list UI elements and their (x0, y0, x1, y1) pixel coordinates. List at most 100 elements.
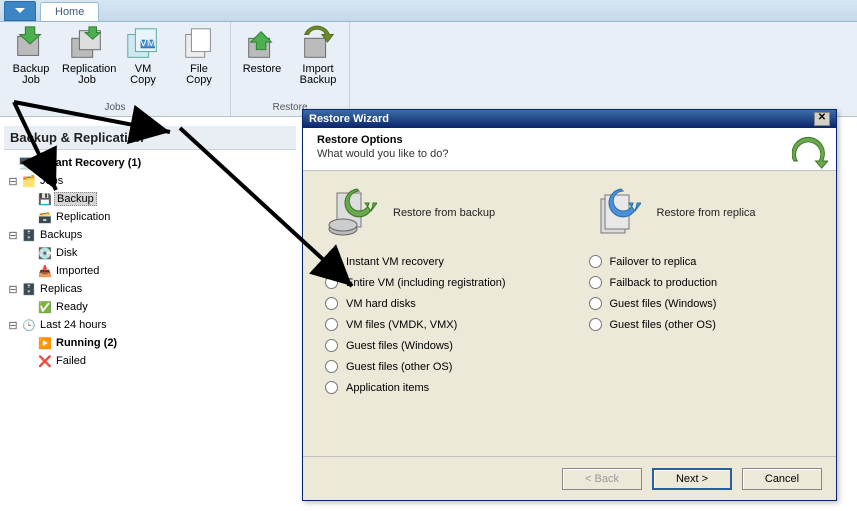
option-failover-to-replica[interactable]: Failover to replica (589, 255, 819, 268)
option-label: Application items (346, 382, 429, 394)
backup-job-button[interactable]: BackupJob (6, 26, 56, 86)
dialog-subheading: What would you like to do? (317, 148, 826, 160)
radio-input[interactable] (325, 339, 338, 352)
option-vm-hard-disks[interactable]: VM hard disks (325, 297, 555, 310)
option-label: Entire VM (including registration) (346, 277, 506, 289)
tree-label: Replication (54, 211, 110, 223)
restore-wizard-dialog: Restore Wizard ✕ Restore Options What wo… (302, 109, 837, 501)
disks-icon: 🗄️ (20, 229, 38, 242)
radio-input[interactable] (589, 255, 602, 268)
file-copy-button[interactable]: FileCopy (174, 26, 224, 86)
side-panel: Backup & Replication 🖥️ Instant Recovery… (0, 120, 300, 376)
disk-icon: 💽 (36, 247, 54, 260)
radio-input[interactable] (325, 255, 338, 268)
replication-job-icon (68, 26, 106, 62)
radio-input[interactable] (325, 381, 338, 394)
server-icon: 🖥️ (16, 157, 34, 170)
replica-server-icon (585, 185, 641, 241)
tab-home[interactable]: Home (40, 2, 99, 21)
option-replica-guest-files-windows[interactable]: Guest files (Windows) (589, 297, 819, 310)
tree-node-jobs[interactable]: ⊟ 🗂️ Jobs (4, 172, 296, 190)
option-label: Failover to replica (610, 256, 697, 268)
tree-node-replication[interactable]: 🗃️ Replication (4, 208, 296, 226)
option-label: Guest files (other OS) (346, 361, 452, 373)
back-button: < Back (562, 468, 642, 490)
tree-node-running[interactable]: ▶️ Running (2) (4, 334, 296, 352)
option-vm-files[interactable]: VM files (VMDK, VMX) (325, 318, 555, 331)
radio-input[interactable] (589, 276, 602, 289)
ribbon-group-restore: Restore ImportBackup Restore (231, 22, 350, 116)
option-label: Guest files (Windows) (610, 298, 717, 310)
tree-node-replicas[interactable]: ⊟ 🗄️ Replicas (4, 280, 296, 298)
replication-job-button[interactable]: ReplicationJob (62, 26, 112, 86)
ribbon-group-label: Jobs (0, 102, 230, 116)
import-backup-icon (299, 26, 337, 62)
close-button[interactable]: ✕ (814, 112, 830, 126)
tree-collapse-icon[interactable]: ⊟ (6, 319, 20, 332)
dialog-titlebar[interactable]: Restore Wizard ✕ (303, 110, 836, 128)
dialog-body: Restore from backup Instant VM recovery … (303, 171, 836, 456)
radio-input[interactable] (325, 360, 338, 373)
tree-node-backups[interactable]: ⊟ 🗄️ Backups (4, 226, 296, 244)
tree-node-ready[interactable]: ✅ Ready (4, 298, 296, 316)
tree-node-instant-recovery[interactable]: 🖥️ Instant Recovery (1) (4, 154, 296, 172)
backup-server-icon (321, 185, 377, 241)
restore-arrow-icon (792, 134, 828, 170)
radio-input[interactable] (325, 318, 338, 331)
tree-label: Running (2) (54, 337, 117, 349)
option-replica-guest-files-other[interactable]: Guest files (other OS) (589, 318, 819, 331)
tree-node-failed[interactable]: ❌ Failed (4, 352, 296, 370)
restore-from-backup-column: Restore from backup Instant VM recovery … (321, 185, 555, 442)
radio-input[interactable] (325, 276, 338, 289)
backup-job-icon (12, 26, 50, 62)
vm-copy-button[interactable]: VM VMCopy (118, 26, 168, 86)
option-label: Failback to production (610, 277, 718, 289)
backup-icon: 💾 (36, 193, 54, 206)
tree-label: Ready (54, 301, 88, 313)
ribbon-group-jobs: BackupJob ReplicationJob VM VMCopy FileC… (0, 22, 231, 116)
cancel-button[interactable]: Cancel (742, 468, 822, 490)
option-entire-vm[interactable]: Entire VM (including registration) (325, 276, 555, 289)
imported-icon: 📥 (36, 265, 54, 278)
tree-label: Disk (54, 247, 77, 259)
tree-label: Failed (54, 355, 86, 367)
option-guest-files-windows[interactable]: Guest files (Windows) (325, 339, 555, 352)
svg-text:VM: VM (140, 38, 156, 49)
tree-node-imported[interactable]: 📥 Imported (4, 262, 296, 280)
tree-node-disk[interactable]: 💽 Disk (4, 244, 296, 262)
vm-copy-icon: VM (124, 26, 162, 62)
tree-collapse-icon[interactable]: ⊟ (6, 229, 20, 242)
option-label: VM hard disks (346, 298, 416, 310)
tree-label: Instant Recovery (1) (34, 157, 141, 169)
chevron-down-icon (15, 8, 25, 14)
file-copy-icon (180, 26, 218, 62)
restore-from-replica-column: Restore from replica Failover to replica… (585, 185, 819, 442)
tree-label: Last 24 hours (38, 319, 107, 331)
failed-icon: ❌ (36, 355, 54, 368)
app-menu-button[interactable] (4, 1, 36, 21)
tree-label: Backups (38, 229, 82, 241)
radio-input[interactable] (589, 318, 602, 331)
restore-button[interactable]: Restore (237, 26, 287, 86)
tree-label: Replicas (38, 283, 82, 295)
tree-label: Jobs (38, 175, 63, 187)
tree-collapse-icon[interactable]: ⊟ (6, 283, 20, 296)
radio-input[interactable] (325, 297, 338, 310)
option-label: VM files (VMDK, VMX) (346, 319, 457, 331)
ribbon: BackupJob ReplicationJob VM VMCopy FileC… (0, 22, 857, 117)
radio-input[interactable] (589, 297, 602, 310)
tree-collapse-icon[interactable]: ⊟ (6, 175, 20, 188)
option-label: Instant VM recovery (346, 256, 444, 268)
tree-node-backup[interactable]: 💾 Backup (4, 190, 296, 208)
next-button[interactable]: Next > (652, 468, 732, 490)
jobs-icon: 🗂️ (20, 175, 38, 188)
import-backup-button[interactable]: ImportBackup (293, 26, 343, 86)
option-guest-files-other[interactable]: Guest files (other OS) (325, 360, 555, 373)
option-instant-vm-recovery[interactable]: Instant VM recovery (325, 255, 555, 268)
option-failback-to-production[interactable]: Failback to production (589, 276, 819, 289)
option-application-items[interactable]: Application items (325, 381, 555, 394)
clock-icon: 🕒 (20, 319, 38, 332)
panel-title: Backup & Replication (4, 126, 296, 150)
tree-label: Imported (54, 265, 99, 277)
tree-node-last24[interactable]: ⊟ 🕒 Last 24 hours (4, 316, 296, 334)
